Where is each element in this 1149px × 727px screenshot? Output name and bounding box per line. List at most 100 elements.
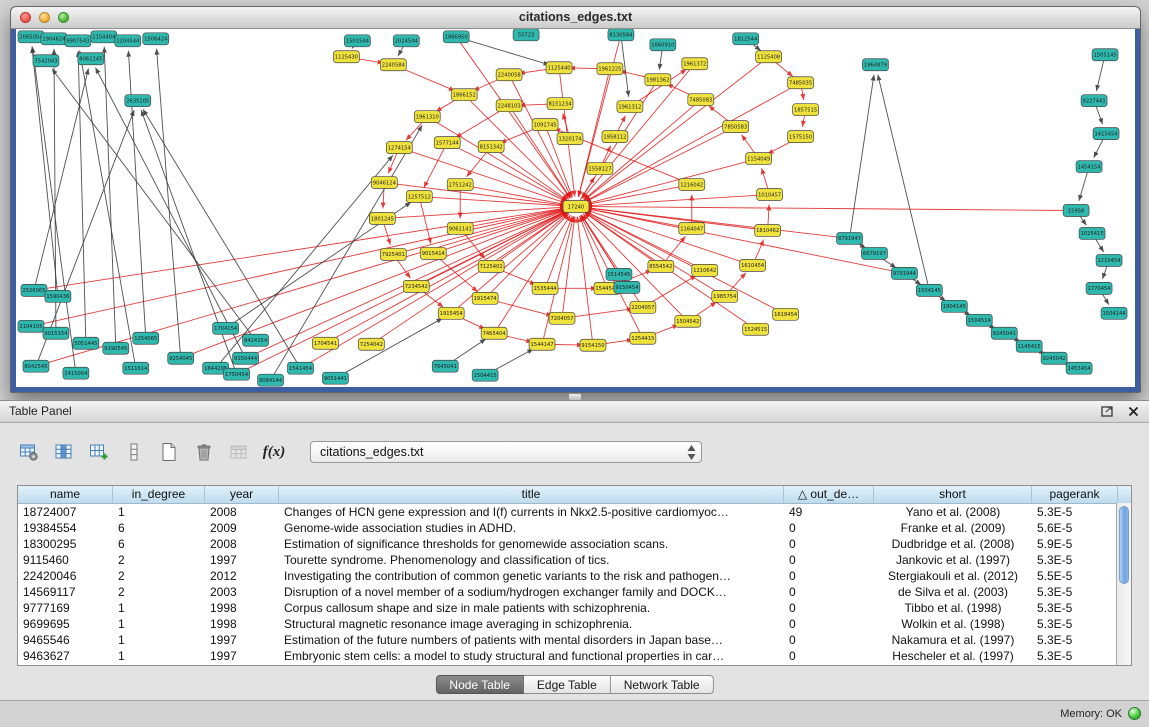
graph-node[interactable]: 1577144 (434, 137, 460, 149)
memory-indicator-icon[interactable] (1128, 707, 1141, 720)
graph-node[interactable]: 1125408 (756, 51, 782, 63)
graph-node[interactable]: 1254065 (133, 332, 159, 344)
graph-node[interactable]: 8042545 (23, 360, 49, 372)
graph-node[interactable]: 9061141 (447, 222, 473, 234)
column-header-in_degree[interactable]: in_degree (113, 486, 205, 503)
column-header-pagerank[interactable]: pagerank (1032, 486, 1118, 503)
graph-node[interactable]: 9046124 (371, 177, 397, 189)
graph-node[interactable]: 1511614 (123, 362, 149, 374)
graph-node[interactable]: 1610454 (740, 259, 766, 271)
graph-node[interactable]: 1505145 (1092, 49, 1118, 61)
graph-node[interactable]: 7645041 (432, 360, 458, 372)
graph-node[interactable]: 2065054 (18, 31, 44, 43)
graph-node[interactable]: 6679197 (861, 247, 887, 259)
graph-node[interactable]: 1454154 (1076, 161, 1102, 173)
graph-node[interactable]: 1154049 (746, 153, 772, 165)
graph-node[interactable]: 9015154 (43, 327, 69, 339)
graph-node[interactable]: 9227441 (1081, 95, 1107, 107)
minimize-button[interactable] (39, 12, 50, 23)
table-row[interactable]: 977716911998Corpus callosum shape and si… (18, 600, 1116, 616)
tab-edge-table[interactable]: Edge Table (524, 675, 611, 694)
new-table-icon[interactable] (156, 439, 182, 465)
graph-node[interactable]: 1504542 (675, 315, 701, 327)
zoom-button[interactable] (58, 12, 69, 23)
graph-node[interactable]: 1981362 (645, 74, 671, 86)
graph-node[interactable]: 7254042 (358, 338, 384, 350)
graph-node[interactable]: 9190545 (103, 342, 129, 354)
graph-node[interactable]: 2248103 (496, 100, 522, 112)
table-row[interactable]: 2242004622012Investigating the contribut… (18, 568, 1116, 584)
graph-node[interactable]: 9791944 (891, 267, 917, 279)
graph-node[interactable]: 8130584 (608, 29, 634, 41)
graph-node[interactable]: 9051441 (322, 372, 348, 384)
graph-node[interactable]: 1145415 (1016, 340, 1042, 352)
graph-node[interactable]: 1575150 (788, 131, 814, 143)
graph-node[interactable]: 1964879 (862, 59, 888, 71)
graph-node[interactable]: 8151342 (478, 141, 504, 153)
close-button[interactable] (20, 12, 31, 23)
graph-node[interactable]: 2204057 (630, 301, 656, 313)
delete-table-icon[interactable] (191, 439, 217, 465)
import-table-icon[interactable] (226, 439, 252, 465)
graph-node[interactable]: 1210454 (1096, 254, 1122, 266)
graph-node[interactable]: 1961225 (597, 63, 623, 75)
graph-node[interactable]: 1904145 (941, 300, 967, 312)
graph-node[interactable]: 7465404 (481, 327, 507, 339)
graph-node[interactable]: 1104105 (18, 320, 44, 332)
graph-node[interactable]: 17240 (563, 201, 589, 213)
graph-node[interactable]: 8791947 (837, 232, 863, 244)
table-mode-icon[interactable] (16, 439, 42, 465)
tab-network-table[interactable]: Network Table (611, 675, 714, 694)
show-columns-icon[interactable] (51, 439, 77, 465)
graph-node[interactable]: 9154150 (580, 339, 606, 351)
graph-node[interactable]: 1544147 (529, 338, 555, 350)
window-titlebar[interactable]: citations_edges.txt (11, 7, 1140, 29)
graph-node[interactable]: 1750454 (224, 368, 250, 380)
tab-node-table[interactable]: Node Table (435, 675, 524, 694)
function-builder-icon[interactable]: f(x) (261, 439, 287, 465)
table-row[interactable]: 946554611997Estimation of the future num… (18, 632, 1116, 648)
vertical-scrollbar[interactable] (1116, 503, 1131, 665)
graph-node[interactable]: 1274154 (386, 142, 412, 154)
graph-node[interactable]: 9907543 (65, 35, 91, 47)
graph-node[interactable]: 1453454 (1066, 362, 1092, 374)
new-column-icon[interactable] (86, 439, 112, 465)
graph-node[interactable]: 1415004 (63, 367, 89, 379)
graph-node[interactable]: 1961372 (682, 58, 708, 70)
column-header-year[interactable]: year (205, 486, 279, 503)
graph-node[interactable]: 1025415 (1079, 227, 1105, 239)
panel-divider[interactable] (0, 391, 1149, 400)
graph-node[interactable]: 9245042 (1041, 352, 1067, 364)
graph-node[interactable]: 1216042 (679, 179, 705, 191)
graph-node[interactable]: 7542043 (33, 55, 59, 67)
float-panel-icon[interactable] (1101, 404, 1114, 422)
vertical-scrollbar-thumb[interactable] (1119, 506, 1129, 584)
graph-node[interactable]: 7485035 (788, 77, 814, 89)
graph-node[interactable]: 55723 (513, 29, 539, 41)
graph-node[interactable]: 1164047 (679, 222, 705, 234)
network-canvas-svg[interactable]: 1724011254402240058186615219613101274154… (16, 29, 1135, 387)
table-select-combobox[interactable]: citations_edges.txt (310, 441, 702, 463)
graph-node[interactable]: 1541454 (288, 362, 314, 374)
graph-node[interactable]: 1501544 (344, 35, 370, 47)
graph-node[interactable]: 1704541 (312, 337, 338, 349)
graph-node[interactable]: 9150444 (233, 352, 259, 364)
graph-node[interactable]: 1504415 (472, 369, 498, 381)
graph-node[interactable]: 1535444 (532, 282, 558, 294)
graph-node[interactable]: 1660910 (650, 39, 676, 51)
graph-node[interactable]: 8061245 (78, 53, 104, 65)
graph-node[interactable]: 1154404 (91, 31, 117, 43)
graph-node[interactable]: 7125401 (478, 260, 504, 272)
table-row[interactable]: 911546021997Tourette syndrome. Phenomeno… (18, 552, 1116, 568)
graph-node[interactable]: 7234542 (403, 280, 429, 292)
graph-node[interactable]: 2751242 (447, 179, 473, 191)
graph-node[interactable]: 1857515 (793, 104, 819, 116)
graph-node[interactable]: 1091745 (532, 119, 558, 131)
close-panel-icon[interactable] (1128, 404, 1139, 422)
graph-node[interactable]: 1904624 (41, 33, 67, 45)
graph-node[interactable]: 8424154 (243, 334, 269, 346)
table-row[interactable]: 946362711997Embryonic stem cells: a mode… (18, 648, 1116, 664)
graph-node[interactable]: 7204057 (549, 312, 575, 324)
table-row[interactable]: 1456911722003Disruption of a novel membe… (18, 584, 1116, 600)
graph-node[interactable]: 1204544 (115, 35, 141, 47)
